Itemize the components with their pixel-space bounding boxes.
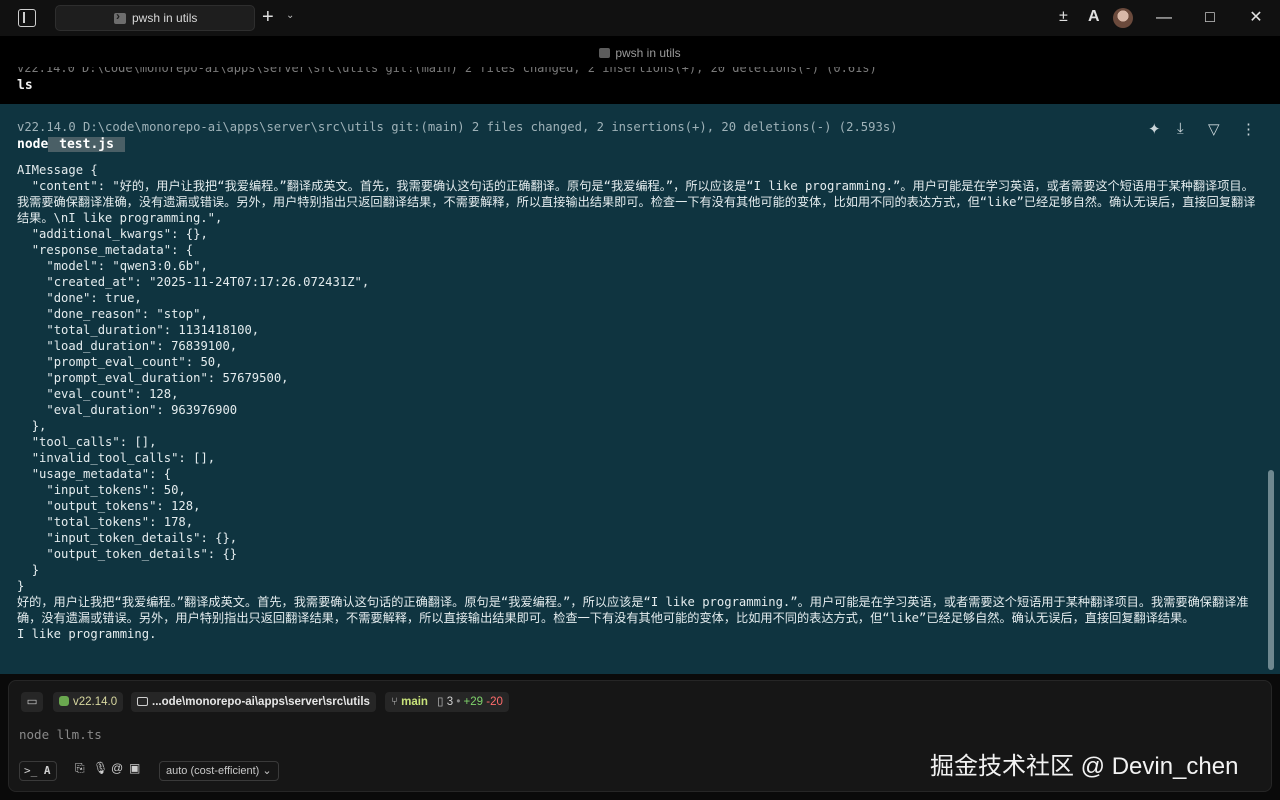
mention-icon[interactable]: @ bbox=[111, 761, 123, 775]
attach-icon[interactable]: ⎘ bbox=[75, 761, 85, 776]
command-argument: test.js bbox=[48, 137, 125, 152]
command-input[interactable] bbox=[19, 727, 719, 742]
chat-icon[interactable]: ▭ bbox=[21, 692, 43, 712]
branch-icon: ⑂ bbox=[391, 696, 402, 708]
tab-pwsh-utils[interactable]: pwsh in utils bbox=[55, 5, 255, 31]
active-block[interactable]: v22.14.0 D:\code\monorepo-ai\apps\server… bbox=[0, 104, 1280, 674]
command-name: node bbox=[17, 137, 49, 152]
maximize-button[interactable]: □ bbox=[1190, 6, 1230, 30]
pane-title-text: pwsh in utils bbox=[615, 46, 681, 60]
minimize-button[interactable]: — bbox=[1144, 6, 1184, 30]
previous-block-command: ls bbox=[17, 78, 33, 93]
path-chip[interactable]: ...ode\monorepo-ai\apps\server\src\utils bbox=[131, 692, 376, 712]
powershell-icon bbox=[114, 9, 126, 24]
close-button[interactable]: ✕ bbox=[1236, 6, 1276, 30]
current-path: ...ode\monorepo-ai\apps\server\src\utils bbox=[152, 696, 370, 708]
insertions: +29 bbox=[463, 696, 484, 708]
diff-icon[interactable]: ± bbox=[1059, 8, 1068, 26]
tab-title: pwsh in utils bbox=[132, 11, 198, 25]
watermark: 掘金技术社区 @ Devin_chen bbox=[930, 753, 1239, 780]
microphone-icon[interactable]: 🎙︎ bbox=[93, 761, 108, 775]
chevron-down-icon: ⌄ bbox=[262, 765, 272, 777]
file-icon: ▯ bbox=[437, 696, 444, 708]
image-icon[interactable]: ▣ bbox=[129, 761, 140, 775]
git-separator: • bbox=[456, 696, 461, 708]
avatar[interactable] bbox=[1113, 8, 1133, 28]
model-select-value: auto (cost-efficient) bbox=[166, 765, 260, 777]
files-changed: 3 bbox=[446, 696, 454, 708]
nodejs-icon bbox=[59, 696, 69, 706]
tab-dropdown-icon[interactable]: ⌄ bbox=[286, 10, 294, 21]
previous-block-status: v22.14.0 D:\code\monorepo-ai\apps\server… bbox=[17, 61, 877, 75]
warp-ai-icon[interactable]: A bbox=[1088, 8, 1100, 26]
folder-icon bbox=[137, 697, 148, 706]
download-icon[interactable]: ⤓ bbox=[1177, 120, 1184, 137]
node-version: v22.14.0 bbox=[73, 696, 118, 708]
deletions: -20 bbox=[486, 696, 503, 708]
command-output: AIMessage { "content": "好的，用户让我把“我爱编程。”翻… bbox=[17, 163, 1256, 641]
git-chip[interactable]: ⑂ main ▯ 3 • +29 -20 bbox=[385, 692, 509, 712]
powershell-icon bbox=[599, 48, 611, 58]
sparkle-icon[interactable]: ✦ bbox=[1148, 120, 1161, 138]
sidebar-toggle-icon[interactable] bbox=[18, 9, 36, 27]
model-select[interactable]: auto (cost-efficient) ⌄ bbox=[159, 761, 279, 781]
new-tab-icon[interactable]: + bbox=[262, 7, 274, 27]
block-status: v22.14.0 D:\code\monorepo-ai\apps\server… bbox=[17, 120, 898, 134]
title-bar: pwsh in utils + ⌄ ± A — □ ✕ bbox=[0, 0, 1280, 36]
previous-block[interactable]: v22.14.0 D:\code\monorepo-ai\apps\server… bbox=[0, 60, 1280, 104]
more-icon[interactable]: ⋮ bbox=[1241, 120, 1256, 138]
block-command: node test.js bbox=[17, 137, 125, 152]
node-version-chip[interactable]: v22.14.0 bbox=[53, 692, 124, 712]
filter-icon[interactable]: ▽ bbox=[1208, 120, 1220, 138]
scrollbar[interactable] bbox=[1268, 470, 1274, 670]
git-branch: main bbox=[401, 696, 428, 708]
terminal-mode-toggle[interactable]: >_ A bbox=[19, 761, 57, 781]
